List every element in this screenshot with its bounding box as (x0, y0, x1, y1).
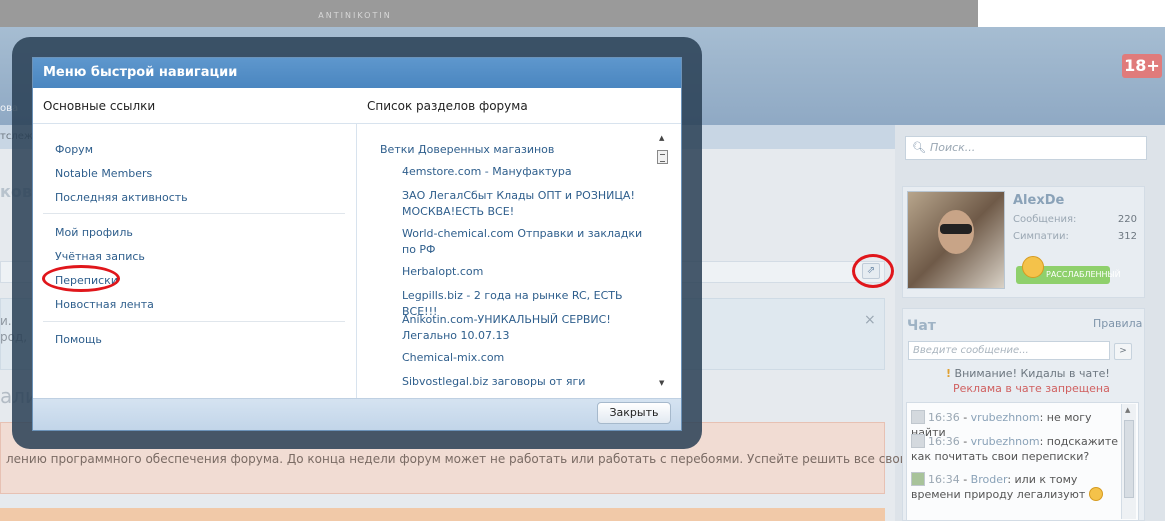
link-news-feed[interactable]: Новостная лента (55, 298, 154, 311)
search-input[interactable]: 🔍︎ Поиск... (905, 136, 1147, 160)
chat-avatar[interactable] (911, 434, 925, 448)
bottom-strip (0, 508, 885, 521)
mood-smiley-icon (1022, 256, 1044, 278)
messages-label: Сообщения: (1013, 214, 1077, 225)
main-links-list: Форум Notable Members Последняя активнос… (33, 124, 357, 398)
scroll-down-icon[interactable]: ▼ (659, 379, 664, 387)
chat-send-button[interactable]: > (1114, 343, 1132, 360)
forum-item[interactable]: ЗАО ЛегалСбыт Клады ОПТ и РОЗНИЦА! МОСКВ… (402, 188, 646, 220)
link-recent-activity[interactable]: Последняя активность (55, 191, 188, 204)
scroll-up-icon[interactable]: ▲ (1125, 406, 1130, 414)
link-help[interactable]: Помощь (55, 333, 102, 346)
forum-sections-heading: Список разделов форума (357, 89, 681, 124)
chat-message: 16:36 - vrubezhnom: подскажите как почит… (911, 434, 1118, 463)
modal-footer (33, 398, 681, 430)
chat-rules-link[interactable]: Правила (1093, 317, 1142, 330)
avatar[interactable] (907, 191, 1005, 289)
forum-item[interactable]: Anikotin.com-УНИКАЛЬНЫЙ СЕРВИС! Легально… (402, 312, 646, 344)
scroll-thumb[interactable] (1124, 420, 1134, 498)
top-banner-right (978, 0, 1165, 27)
chat-avatar[interactable] (911, 410, 925, 424)
chat-time: 16:34 (928, 473, 960, 486)
chat-ad-notice: Реклама в чате запрещена (953, 382, 1110, 395)
smiley-icon (1088, 487, 1103, 501)
user-name[interactable]: AlexDe (1013, 193, 1064, 208)
forum-sections-list: Ветки Доверенных магазинов 4emstore.com … (358, 124, 681, 398)
cut-text-4: и. (0, 314, 12, 328)
chat-nick[interactable]: vrubezhnom (971, 435, 1040, 448)
quick-nav-modal: Меню быстрой навигации Основные ссылки С… (32, 57, 682, 431)
chat-warning-text: Внимание! Кидалы в чате! (954, 367, 1110, 380)
likes-value: 312 (1117, 231, 1137, 242)
warning-icon: ! (946, 367, 952, 380)
chat-time: 16:36 (928, 411, 960, 424)
search-icon: 🔍︎ (912, 141, 926, 154)
site-logo[interactable]: ANTINIKOTIN (300, 0, 410, 22)
chat-warning: ! Внимание! Кидалы в чате! (946, 367, 1110, 380)
chat-message: 16:34 - Broder: или к тому времени приро… (911, 472, 1121, 502)
chat-message-input[interactable]: Введите сообщение... (908, 341, 1110, 360)
forum-item[interactable]: Herbalopt.com (402, 264, 646, 280)
notice-text: лению программного обеспечения форума. Д… (6, 452, 908, 466)
forum-item[interactable]: 4emstore.com - Мануфактура (402, 164, 646, 180)
chat-title: Чат (907, 318, 936, 334)
chat-time: 16:36 (928, 435, 960, 448)
link-forum[interactable]: Форум (55, 143, 93, 156)
user-messages: Сообщения: 220 (1013, 214, 1137, 225)
info-close-icon[interactable]: × (864, 312, 876, 328)
divider (43, 213, 345, 214)
chat-nick[interactable]: Broder (971, 473, 1008, 486)
forum-list-scrollbar[interactable]: ▲ ▼ (656, 134, 670, 387)
forum-item[interactable]: Chemical-mix.com (402, 350, 646, 366)
messages-value: 220 (1117, 214, 1137, 225)
link-notable-members[interactable]: Notable Members (55, 167, 152, 180)
age-badge: 18+ (1122, 54, 1162, 78)
main-links-heading: Основные ссылки (33, 89, 357, 124)
forum-item[interactable]: World-chemical.com Отправки и закладки п… (402, 226, 646, 258)
close-button[interactable]: Закрыть (597, 402, 671, 424)
link-conversations[interactable]: Переписки (55, 274, 118, 287)
likes-label: Симпатии: (1013, 231, 1069, 242)
chat-avatar[interactable] (911, 472, 925, 486)
forum-item[interactable]: Sibvostlegal.biz заговоры от яги (402, 374, 646, 390)
scroll-up-icon[interactable]: ▲ (659, 134, 664, 142)
forum-category[interactable]: Ветки Доверенных магазинов (380, 143, 554, 156)
link-my-profile[interactable]: Мой профиль (55, 226, 133, 239)
top-banner (0, 0, 978, 27)
scroll-thumb[interactable] (657, 150, 668, 164)
link-account[interactable]: Учётная запись (55, 250, 145, 263)
user-likes: Симпатии: 312 (1013, 231, 1137, 242)
divider (43, 321, 345, 322)
modal-title: Меню быстрой навигации (33, 58, 681, 88)
search-placeholder: Поиск... (929, 141, 976, 154)
chat-scrollbar[interactable]: ▲ (1121, 404, 1136, 519)
expand-icon[interactable]: ⇗ (862, 263, 880, 279)
chat-nick[interactable]: vrubezhnom (971, 411, 1040, 424)
